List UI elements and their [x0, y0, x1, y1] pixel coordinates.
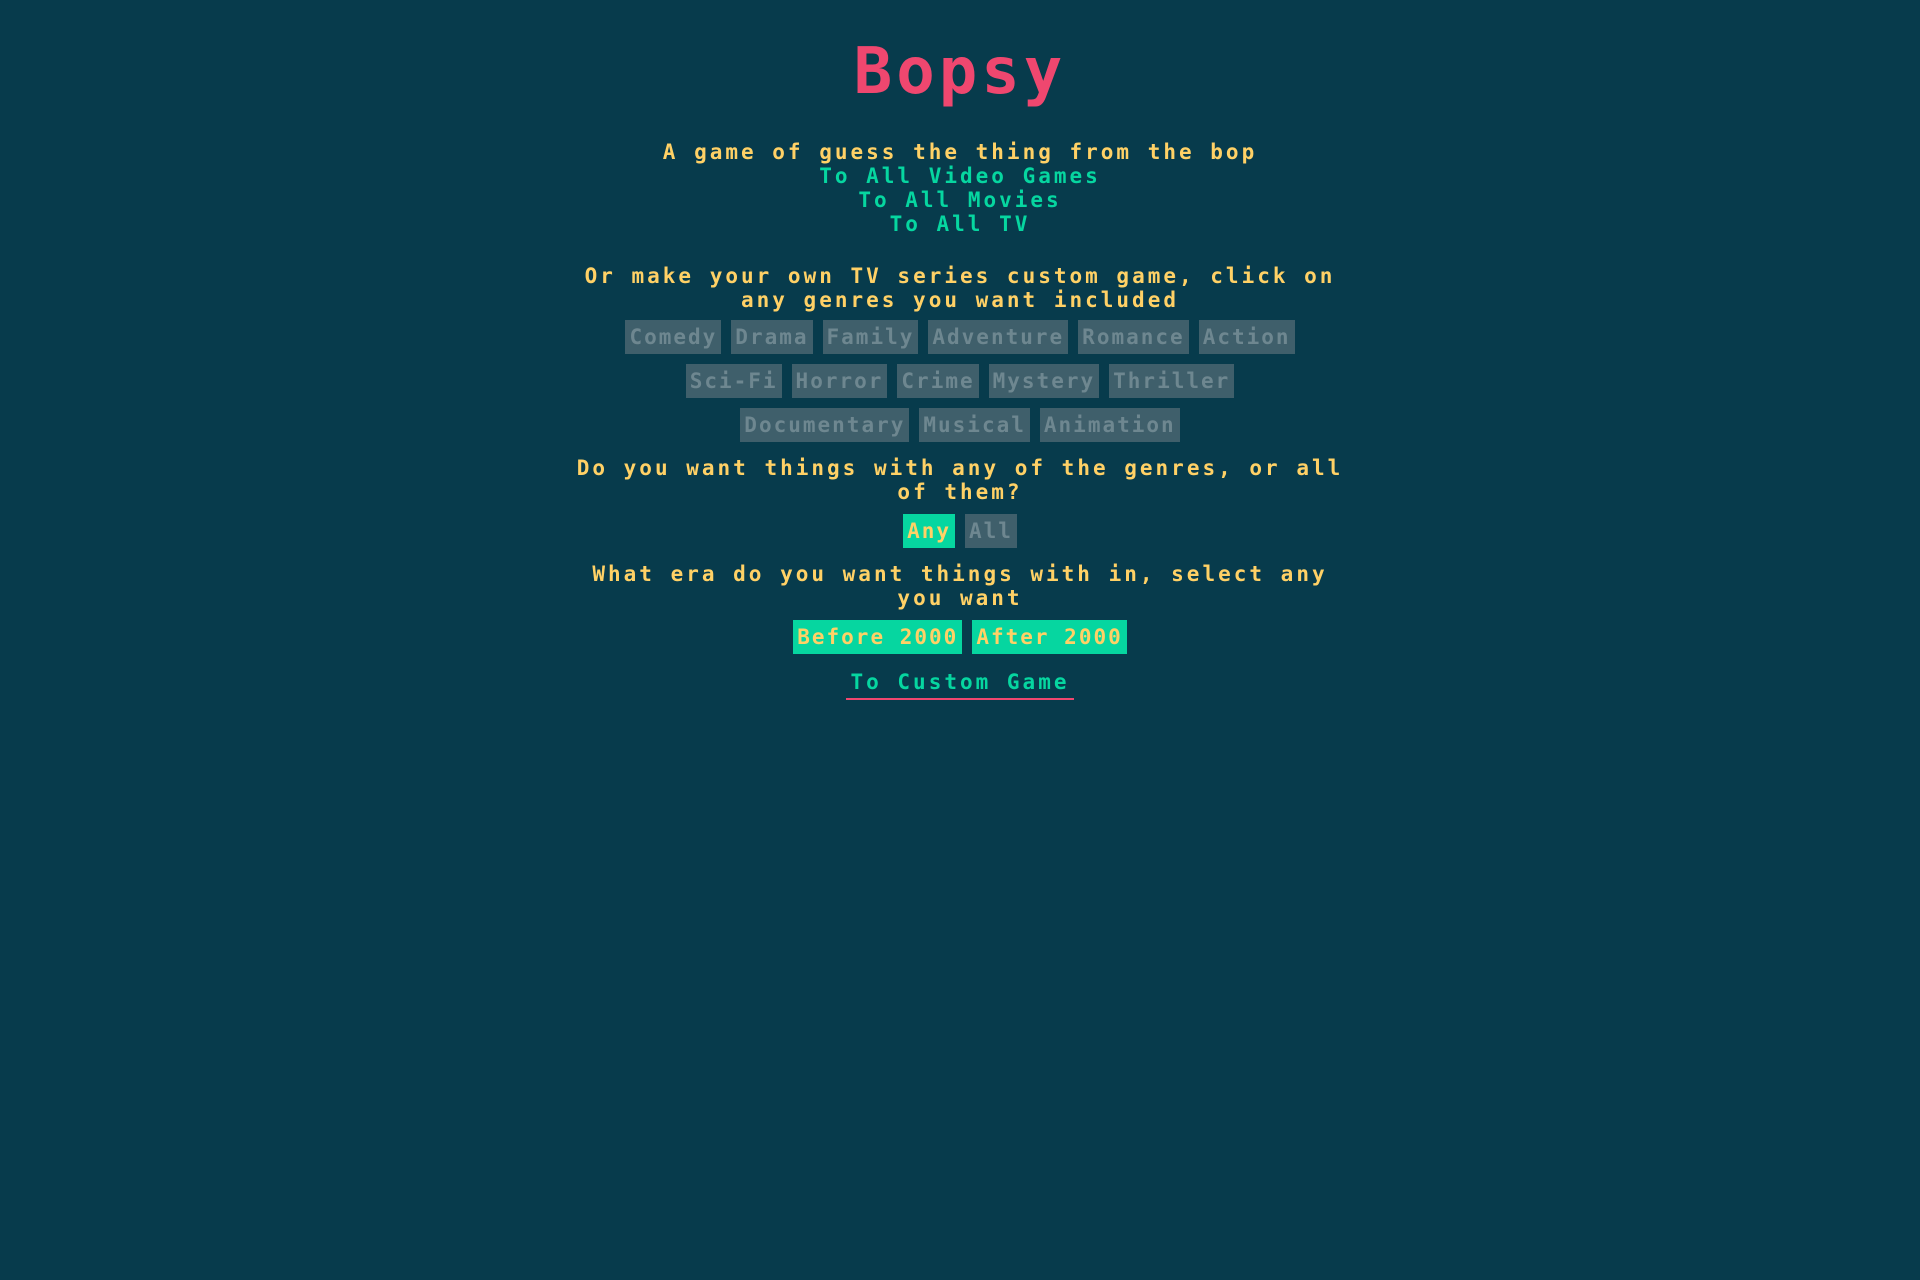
genre-row-1: Comedy Drama Family Adventure Romance Ac… [560, 320, 1360, 354]
match-all-button[interactable]: All [965, 514, 1017, 548]
match-any-button[interactable]: Any [903, 514, 955, 548]
genre-row-2: Sci-Fi Horror Crime Mystery Thriller [560, 364, 1360, 398]
genre-action-button[interactable]: Action [1198, 320, 1295, 354]
to-custom-game-link[interactable]: To Custom Game [846, 670, 1074, 700]
genre-comedy-button[interactable]: Comedy [625, 320, 722, 354]
page-title: Bopsy [853, 35, 1067, 109]
genre-drama-button[interactable]: Drama [731, 320, 813, 354]
main-container: Bopsy A game of guess the thing from the… [560, 0, 1360, 700]
genre-sci-fi-button[interactable]: Sci-Fi [685, 364, 782, 398]
genre-match-prompt: Do you want things with any of the genre… [576, 456, 1344, 504]
genre-adventure-button[interactable]: Adventure [928, 320, 1069, 354]
genre-animation-button[interactable]: Animation [1039, 408, 1180, 442]
era-after-2000-button[interactable]: After 2000 [972, 620, 1127, 654]
genre-mystery-button[interactable]: Mystery [988, 364, 1100, 398]
genre-thriller-button[interactable]: Thriller [1109, 364, 1235, 398]
custom-game-prompt: Or make your own TV series custom game, … [584, 264, 1336, 312]
genre-crime-button[interactable]: Crime [897, 364, 979, 398]
genre-horror-button[interactable]: Horror [791, 364, 888, 398]
link-all-tv[interactable]: To All TV [560, 212, 1360, 236]
genre-musical-button[interactable]: Musical [919, 408, 1030, 442]
link-all-movies[interactable]: To All Movies [560, 188, 1360, 212]
category-nav: To All Video Games To All Movies To All … [560, 164, 1360, 236]
era-options: Before 2000 After 2000 [560, 620, 1360, 654]
page-subtitle: A game of guess the thing from the bop [662, 140, 1258, 164]
link-all-video-games[interactable]: To All Video Games [560, 164, 1360, 188]
genre-row-3: Documentary Musical Animation [560, 408, 1360, 442]
genre-romance-button[interactable]: Romance [1078, 320, 1189, 354]
genre-documentary-button[interactable]: Documentary [740, 408, 910, 442]
era-prompt: What era do you want things with in, sel… [592, 562, 1328, 610]
era-before-2000-button[interactable]: Before 2000 [793, 620, 963, 654]
genre-match-options: Any All [560, 514, 1360, 548]
genre-family-button[interactable]: Family [822, 320, 919, 354]
page: Bopsy A game of guess the thing from the… [0, 0, 1920, 1280]
